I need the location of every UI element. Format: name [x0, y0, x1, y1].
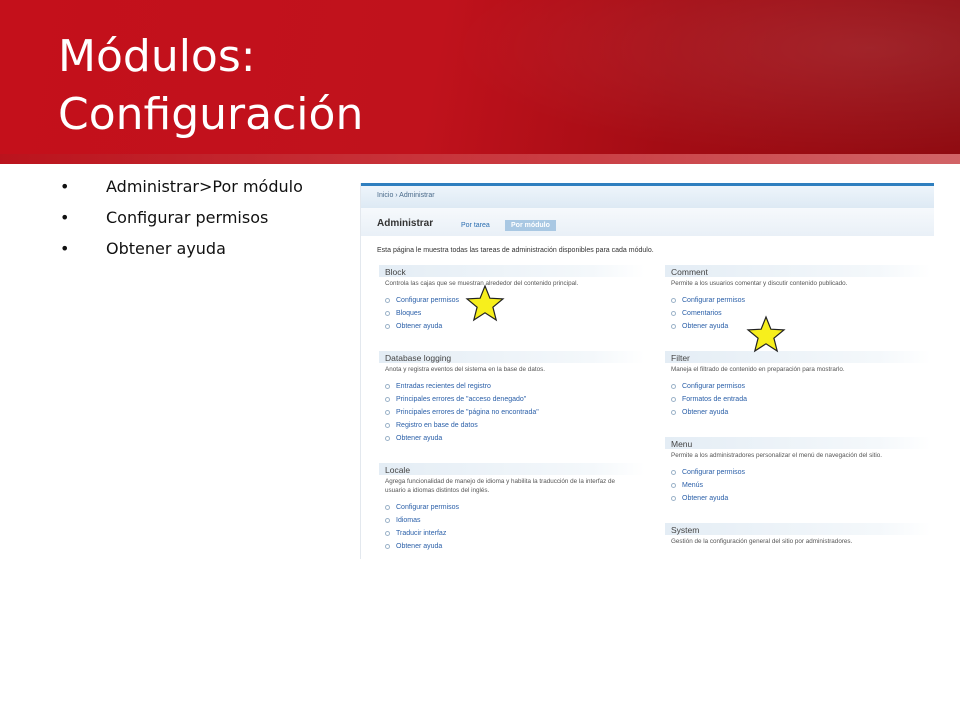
bullet-ring-icon [671, 310, 676, 316]
tab-por-tarea[interactable]: Por tarea [455, 220, 496, 231]
module-block: Block Controla las cajas que se muestran… [379, 265, 645, 335]
bullet-ring-icon [671, 297, 676, 303]
module-description: Agrega funcionalidad de manejo de idioma… [385, 478, 615, 494]
module-title: Locale [379, 463, 645, 475]
module-title: Block [379, 265, 645, 277]
link-obtener-ayuda[interactable]: Obtener ayuda [671, 494, 931, 507]
page-title: Administrar [377, 218, 434, 229]
module-description: Anota y registra eventos del sistema en … [385, 366, 545, 373]
link-obtener-ayuda[interactable]: Obtener ayuda [671, 322, 931, 335]
link-entradas-recientes[interactable]: Entradas recientes del registro [385, 382, 645, 395]
breadcrumb-bar: Inicio › Administrar [361, 186, 934, 208]
bullet-text: Administrar>Por módulo [106, 177, 303, 196]
bullet-ring-icon [385, 383, 390, 389]
link-errores-acceso-denegado[interactable]: Principales errores de "acceso denegado" [385, 395, 645, 408]
breadcrumb[interactable]: Inicio › Administrar [377, 192, 435, 199]
module-description: Gestión de la configuración general del … [671, 538, 853, 545]
intro-text: Esta página le muestra todas las tareas … [377, 247, 654, 254]
bullet-ring-icon [385, 543, 390, 549]
module-description: Permite a los administradores personaliz… [671, 452, 883, 459]
bullet-ring-icon [671, 495, 676, 501]
module-comment: Comment Permite a los usuarios comentar … [665, 265, 931, 335]
module-links: Entradas recientes del registro Principa… [379, 382, 645, 447]
slide-title: Módulos: Configuración [58, 28, 363, 144]
link-obtener-ayuda[interactable]: Obtener ayuda [671, 408, 931, 421]
bullet-ring-icon [671, 323, 676, 329]
link-errores-pagina-no-encontrada[interactable]: Principales errores de "página no encont… [385, 408, 645, 421]
link-configurar-permisos[interactable]: Configurar permisos [671, 296, 931, 309]
star-icon [465, 284, 505, 322]
module-links: Configurar permisos Idiomas Traducir int… [379, 503, 645, 555]
link-obtener-ayuda[interactable]: Obtener ayuda [385, 322, 645, 335]
bullet-text: Configurar permisos [106, 208, 269, 227]
bullet-ring-icon [671, 409, 676, 415]
page-head [361, 208, 934, 236]
module-title: Filter [665, 351, 931, 363]
link-configurar-permisos[interactable]: Configurar permisos [671, 468, 931, 481]
tab-por-modulo[interactable]: Por módulo [505, 220, 556, 231]
bullet-ring-icon [385, 435, 390, 441]
link-configurar-permisos[interactable]: Configurar permisos [385, 296, 645, 309]
link-obtener-ayuda[interactable]: Obtener ayuda [385, 434, 645, 447]
link-comentarios[interactable]: Comentarios [671, 309, 931, 322]
bullet-dot-icon: • [60, 239, 70, 258]
module-filter: Filter Maneja el filtrado de contenido e… [665, 351, 931, 421]
bullet-dot-icon: • [60, 208, 70, 227]
bullet-ring-icon [385, 422, 390, 428]
module-description: Maneja el filtrado de contenido en prepa… [671, 366, 845, 373]
bullet-ring-icon [671, 469, 676, 475]
bullet-list: • Administrar>Por módulo • Configurar perm… [60, 176, 303, 269]
module-links: Configurar permisos Menús Obtener ayuda [665, 468, 931, 507]
module-links: Configurar permisos Comentarios Obtener … [665, 296, 931, 335]
bullet-ring-icon [385, 297, 390, 303]
slide-title-line-1: Módulos: [58, 31, 256, 82]
bullet-dot-icon: • [60, 177, 70, 196]
link-configurar-permisos[interactable]: Configurar permisos [671, 382, 931, 395]
module-title: Database logging [379, 351, 645, 363]
bullet-item: • Administrar>Por módulo [60, 176, 303, 207]
header-bottom-band [0, 154, 960, 164]
module-title: Menu [665, 437, 931, 449]
module-system: System Gestión de la configuración gener… [665, 523, 931, 546]
link-menus[interactable]: Menús [671, 481, 931, 494]
bullet-ring-icon [385, 504, 390, 510]
link-registro-base-datos[interactable]: Registro en base de datos [385, 421, 645, 434]
bullet-ring-icon [671, 482, 676, 488]
bullet-ring-icon [385, 323, 390, 329]
module-locale: Locale Agrega funcionalidad de manejo de… [379, 463, 645, 555]
link-configurar-permisos[interactable]: Configurar permisos [385, 503, 645, 516]
link-traducir-interfaz[interactable]: Traducir interfaz [385, 529, 645, 542]
bullet-item: • Configurar permisos [60, 207, 303, 238]
link-idiomas[interactable]: Idiomas [385, 516, 645, 529]
link-formatos-entrada[interactable]: Formatos de entrada [671, 395, 931, 408]
bullet-ring-icon [385, 517, 390, 523]
slide-title-line-2: Configuración [58, 89, 364, 140]
module-description: Permite a los usuarios comentar y discut… [671, 280, 848, 287]
module-menu: Menu Permite a los administradores perso… [665, 437, 931, 507]
header-sheen [380, 0, 960, 164]
bullet-item: • Obtener ayuda [60, 238, 303, 269]
link-obtener-ayuda[interactable]: Obtener ayuda [385, 542, 645, 555]
bullet-ring-icon [385, 310, 390, 316]
module-links: Configurar permisos Formatos de entrada … [665, 382, 931, 421]
bullet-ring-icon [385, 409, 390, 415]
bullet-ring-icon [385, 530, 390, 536]
module-links: Configurar permisos Bloques Obtener ayud… [379, 296, 645, 335]
link-bloques[interactable]: Bloques [385, 309, 645, 322]
module-title: System [665, 523, 931, 535]
slide-header: Módulos: Configuración [0, 0, 960, 164]
module-title: Comment [665, 265, 931, 277]
bullet-ring-icon [671, 396, 676, 402]
bullet-text: Obtener ayuda [106, 239, 226, 258]
bullet-ring-icon [385, 396, 390, 402]
star-icon [746, 315, 786, 353]
bullet-ring-icon [671, 383, 676, 389]
module-database-logging: Database logging Anota y registra evento… [379, 351, 645, 447]
admin-screenshot: Inicio › Administrar Administrar Por tar… [360, 183, 934, 559]
